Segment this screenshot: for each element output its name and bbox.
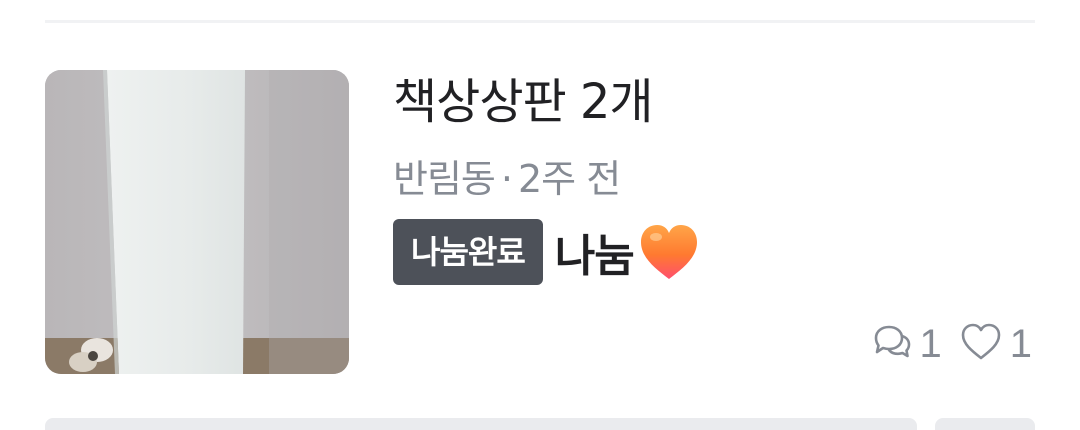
price-label: 나눔: [554, 231, 635, 282]
heart-outline-icon: [960, 322, 1002, 366]
status-badge: 나눔완료: [393, 219, 543, 285]
next-item-edge: [45, 418, 917, 430]
next-item-edge-right: [935, 418, 1035, 430]
engagement-counts: 1 1: [872, 318, 1032, 370]
chat-bubble-icon: [872, 322, 912, 366]
meta-separator: ·: [500, 157, 513, 201]
like-count: 1: [960, 318, 1032, 370]
chat-count-number: 1: [919, 322, 942, 366]
chat-count: 1: [872, 318, 942, 370]
status-row: 나눔완료 나눔: [393, 218, 700, 286]
product-thumbnail: [45, 70, 349, 374]
time-ago-label: 2주 전: [517, 157, 621, 201]
listing-title[interactable]: 책상상판 2개: [393, 70, 654, 134]
location-label: 반림동: [393, 157, 496, 201]
listing-meta: 반림동 · 2주 전: [393, 152, 621, 206]
like-count-number: 1: [1009, 322, 1032, 366]
orange-heart-icon: [638, 223, 700, 281]
listing-item[interactable]: 책상상판 2개 반림동 · 2주 전 나눔완료 나눔 1 1: [0, 0, 1080, 424]
